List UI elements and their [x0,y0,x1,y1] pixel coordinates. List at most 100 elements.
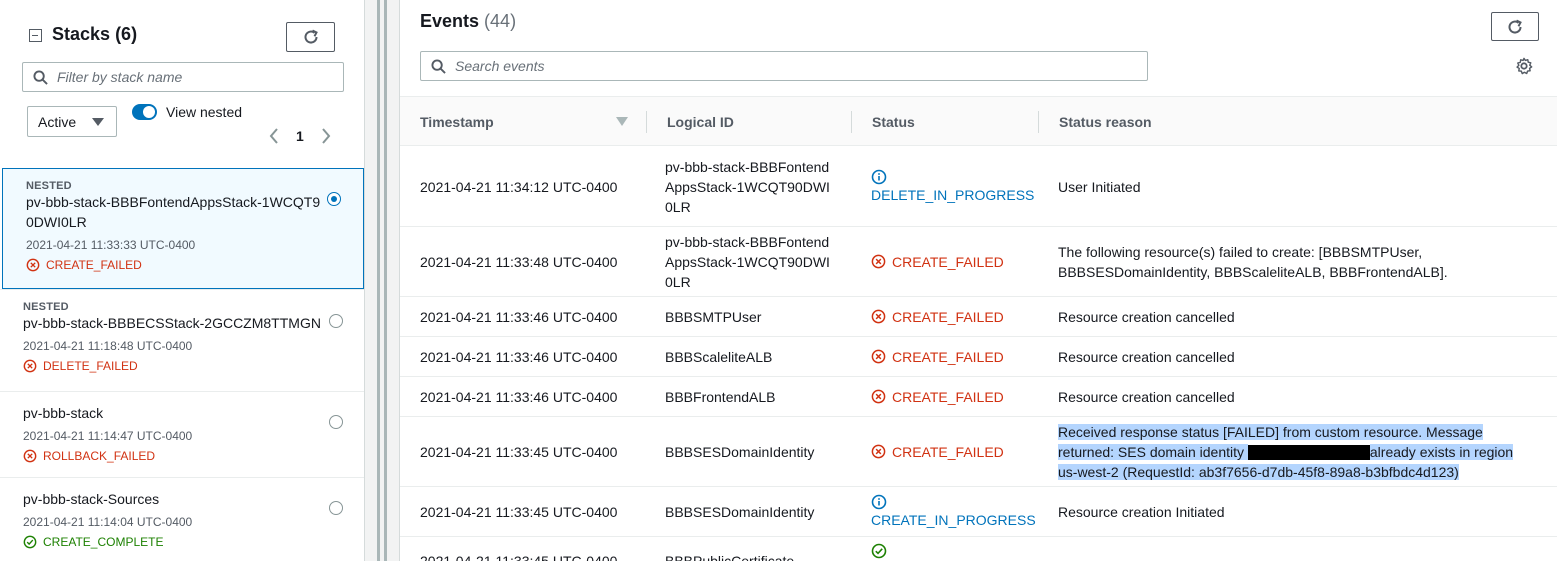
event-status [871,543,887,561]
collapse-icon[interactable] [29,29,42,42]
stacks-header: Stacks (6) Active View nested 1 [0,0,364,168]
event-logical-id: BBBFrontendALB [665,388,776,405]
event-status-reason: Resource creation cancelled [1058,308,1235,325]
stacks-refresh-button[interactable] [286,22,335,52]
success-icon [23,535,37,549]
view-nested-label: View nested [166,104,243,120]
event-logical-id: BBBScaleliteALB [665,348,773,365]
table-row: 2021-04-21 11:34:12 UTC-0400 pv-bbb-stac… [400,147,1557,227]
events-title: Events (44) [420,11,516,32]
events-refresh-button[interactable] [1491,12,1539,41]
stacks-title: Stacks (6) [52,24,137,45]
table-row: 2021-04-21 11:33:45 UTC-0400 BBBPublicCe… [400,537,1557,561]
event-logical-id: pv-bbb-stack-BBBFontendAppsStack-1WCQT90… [665,158,830,215]
event-status: CREATE_FAILED [871,227,1004,296]
chevron-right-icon[interactable] [318,128,334,144]
stack-item[interactable]: pv-bbb-stack-Sources 2021-04-21 11:14:04… [0,477,364,561]
gear-icon[interactable] [1515,57,1533,75]
sort-descending-icon[interactable] [616,117,628,126]
events-count: (44) [484,11,517,31]
stack-name: pv-bbb-stack [23,405,104,421]
column-divider [646,111,647,133]
stack-status-text: ROLLBACK_FAILED [43,449,156,463]
event-status-reason: Resource creation cancelled [1058,348,1235,365]
event-timestamp: 2021-04-21 11:33:46 UTC-0400 [420,388,618,405]
stack-select-radio[interactable] [329,501,343,515]
table-row: 2021-04-21 11:33:46 UTC-0400 BBBScalelit… [400,337,1557,377]
stack-filter-input[interactable] [57,69,317,85]
event-timestamp: 2021-04-21 11:33:45 UTC-0400 [420,443,618,460]
nested-label: NESTED [23,301,69,313]
refresh-icon [304,29,318,44]
event-status: CREATE_FAILED [871,337,1004,376]
error-icon [871,349,886,364]
stack-select-radio[interactable] [329,415,343,429]
search-icon [431,58,446,74]
info-icon [871,169,887,184]
error-icon [23,449,37,463]
column-header-status[interactable]: Status [872,97,915,147]
stack-status-text: CREATE_FAILED [46,258,142,272]
event-status-text: CREATE_FAILED [892,348,1004,365]
stack-status-text: CREATE_COMPLETE [43,535,164,549]
stack-list: NESTED pv-bbb-stack-BBBFontendAppsStack-… [0,168,364,561]
event-status: CREATE_FAILED [871,297,1004,336]
error-icon [23,359,37,373]
error-icon [26,258,40,272]
view-nested-toggle[interactable] [132,104,157,120]
error-icon [871,254,886,269]
stack-item[interactable]: NESTED pv-bbb-stack-BBBFontendAppsStack-… [2,168,364,289]
info-icon [871,494,887,509]
event-status-text: CREATE_FAILED [892,253,1004,270]
stack-filter-field[interactable] [22,62,344,92]
stack-name: pv-bbb-stack-Sources [23,491,160,507]
success-icon [871,543,887,559]
stack-time: 2021-04-21 11:33:33 UTC-0400 [26,238,196,252]
event-status-reason: Resource creation cancelled [1058,388,1235,405]
event-status: CREATE_IN_PROGRESS [871,487,1036,536]
event-status-reason: The following resource(s) failed to crea… [1058,243,1448,280]
error-icon [871,309,886,324]
event-timestamp: 2021-04-21 11:33:46 UTC-0400 [420,308,618,325]
status-filter-select[interactable]: Active [27,106,117,137]
chevron-left-icon[interactable] [266,128,282,144]
events-table-header: Timestamp Logical ID Status Status reaso… [400,96,1557,146]
event-timestamp: 2021-04-21 11:33:45 UTC-0400 [420,553,618,561]
event-status-reason: User Initiated [1058,178,1141,195]
stack-select-radio[interactable] [327,192,341,206]
table-row: 2021-04-21 11:33:48 UTC-0400 pv-bbb-stac… [400,227,1557,297]
event-logical-id: BBBSESDomainIdentity [665,503,815,520]
events-search-input[interactable] [455,58,715,74]
event-logical-id: pv-bbb-stack-BBBFontendAppsStack-1WCQT90… [665,233,830,290]
event-timestamp: 2021-04-21 11:33:46 UTC-0400 [420,348,618,365]
stack-name: pv-bbb-stack-BBBFontendAppsStack-1WCQT90… [26,194,321,230]
event-status-text: CREATE_IN_PROGRESS [871,511,1036,528]
stacks-count: (6) [115,24,138,44]
stack-status: ROLLBACK_FAILED [23,449,325,463]
events-title-label: Events [420,11,480,31]
error-icon [871,444,886,459]
stack-item[interactable]: NESTED pv-bbb-stack-BBBECSStack-2GCCZM8T… [0,289,364,391]
column-header-status-reason[interactable]: Status reason [1059,97,1152,147]
stack-name: pv-bbb-stack-BBBECSStack-2GCCZM8TTMGN [23,315,321,331]
event-status-reason: Received response status [FAILED] from c… [1058,417,1533,486]
event-status-text: CREATE_FAILED [892,388,1004,405]
event-timestamp: 2021-04-21 11:34:12 UTC-0400 [420,178,618,195]
stack-select-radio[interactable] [329,314,343,328]
table-row: 2021-04-21 11:33:45 UTC-0400 BBBSESDomai… [400,487,1557,537]
event-status-text: CREATE_FAILED [892,308,1004,325]
stack-item[interactable]: pv-bbb-stack 2021-04-21 11:14:47 UTC-040… [0,391,364,477]
redacted-block [1247,445,1370,461]
event-status-text: CREATE_FAILED [892,443,1004,460]
panel-resize-handle[interactable] [377,0,387,561]
search-icon [33,69,48,85]
page-number[interactable]: 1 [296,128,304,144]
column-header-timestamp[interactable]: Timestamp [420,97,494,147]
error-icon [871,389,886,404]
column-header-logical-id[interactable]: Logical ID [667,97,734,147]
stacks-panel: Stacks (6) Active View nested 1 NESTED p… [0,0,365,561]
event-logical-id: BBBSMTPUser [665,308,762,325]
table-row: 2021-04-21 11:33:46 UTC-0400 BBBSMTPUser… [400,297,1557,337]
events-search-field[interactable] [420,51,1148,81]
event-status: CREATE_FAILED [871,377,1004,416]
